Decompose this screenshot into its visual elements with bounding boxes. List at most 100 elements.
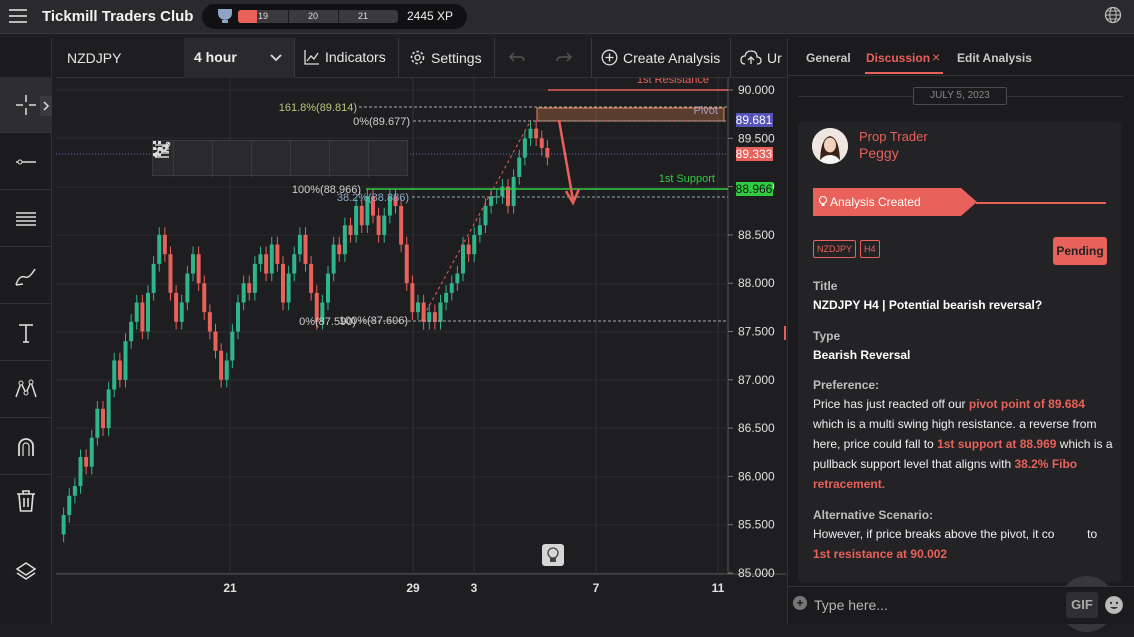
candle-body: [337, 244, 342, 255]
line-tool[interactable]: [0, 134, 52, 190]
top-bar: Tickmill Traders Club 19 20 21 2445 XP: [0, 0, 1134, 34]
type-value: Bearish Reversal: [813, 348, 911, 362]
candle-body: [202, 283, 207, 313]
drawing-toolbar: [0, 38, 52, 624]
candle-body: [129, 321, 134, 342]
tab-discussion[interactable]: Discussion: [866, 51, 930, 65]
author-name[interactable]: Peggy: [859, 145, 899, 161]
candle-body: [179, 302, 184, 322]
fib-ext-label: 161.8%(89.814): [279, 102, 357, 114]
candle-body: [489, 196, 494, 206]
candle-body: [483, 205, 488, 226]
upload-button[interactable]: Ur: [740, 49, 782, 66]
candle-body: [236, 302, 240, 332]
candle-body: [258, 254, 263, 264]
text-tool[interactable]: [0, 305, 52, 361]
candle-body: [185, 273, 190, 303]
crosshair-icon: [16, 94, 36, 115]
candle-body: [477, 225, 482, 235]
fib-382-label: 38.2%(88.886): [337, 192, 409, 204]
date-separator: JULY 5, 2023: [913, 87, 1007, 105]
fibonacci-tool[interactable]: [0, 191, 52, 247]
candle-body: [151, 263, 156, 293]
price-chart[interactable]: 1st Resistance Pivot 161.8%(89.814) 0%(8…: [56, 78, 786, 624]
menu-icon[interactable]: [9, 9, 27, 23]
fib-trendline: [420, 119, 532, 322]
curve-tool[interactable]: [154, 141, 329, 177]
preference-text: Price has just reacted off our pivot poi…: [813, 397, 1113, 491]
candle-body: [224, 360, 229, 380]
undo-icon[interactable]: [509, 51, 525, 65]
fib-100-bottom-label: 100%(87.606): [339, 315, 408, 327]
price-tick: 90.000: [738, 83, 775, 97]
price-tick: 88.000: [738, 276, 775, 290]
candle-body: [472, 234, 477, 255]
support-price-label: 88.966: [736, 182, 773, 196]
create-analysis-button[interactable]: Create Analysis: [601, 49, 720, 66]
candle-body: [539, 138, 544, 148]
gear-icon: [410, 50, 425, 65]
brush-tool[interactable]: [0, 248, 52, 304]
candle-body: [522, 138, 527, 158]
timeframe-select[interactable]: 4 hour: [184, 38, 294, 78]
magnet-icon: [18, 437, 34, 456]
date-axis: 21 29 3 7 11: [223, 581, 724, 595]
candle-body: [511, 176, 516, 206]
candle-body: [342, 225, 347, 255]
expand-tool-button[interactable]: [40, 96, 52, 116]
candle-body: [466, 244, 471, 255]
pattern-tool[interactable]: [0, 362, 52, 418]
delete-tool[interactable]: [0, 476, 52, 526]
settings-button[interactable]: Settings: [409, 49, 482, 66]
extended-line-icon: [154, 142, 170, 158]
candle-body: [252, 263, 257, 293]
layers-icon: [15, 562, 37, 580]
close-tab-icon[interactable]: ×: [932, 49, 940, 65]
candle-body: [78, 457, 83, 487]
status-badge: Pending: [1053, 237, 1107, 265]
price-tick: 87.000: [738, 373, 775, 387]
alternative-label: Alternative Scenario:: [813, 508, 934, 522]
symbol-label[interactable]: NZDJPY: [67, 50, 121, 66]
banner-label: Analysis Created: [830, 195, 921, 209]
layers-tool[interactable]: [0, 546, 52, 598]
idea-icon: [542, 544, 564, 566]
candle-body: [359, 205, 364, 226]
gif-button[interactable]: GIF: [1066, 592, 1098, 618]
candle-body: [157, 234, 162, 264]
candle-body: [376, 215, 381, 235]
bearish-arrow: [557, 119, 581, 206]
create-analysis-label: Create Analysis: [623, 49, 721, 66]
type-label: Type: [813, 329, 841, 343]
candle-body: [61, 515, 66, 535]
ray-tool[interactable]: [155, 141, 368, 177]
tab-edit-analysis[interactable]: Edit Analysis: [957, 51, 1032, 65]
candle-body: [455, 273, 460, 284]
fib-tool[interactable]: [155, 141, 251, 177]
magnet-tool[interactable]: [0, 419, 52, 475]
comment-composer: + GIF: [788, 586, 1134, 624]
candle-body: [399, 205, 404, 245]
price-tick: 88.500: [738, 228, 775, 242]
app-title: Tickmill Traders Club: [42, 8, 194, 25]
candle-body: [326, 273, 330, 303]
symbol-tag: NZDJPY: [813, 240, 857, 258]
candle-body: [534, 128, 539, 139]
tab-general[interactable]: General: [806, 51, 851, 65]
emoji-icon[interactable]: [1105, 596, 1123, 614]
cloud-upload-icon: [740, 50, 762, 65]
candle-body: [438, 302, 443, 322]
extended-line-tool[interactable]: [154, 141, 407, 177]
candle-body: [303, 234, 308, 264]
date-tick: 3: [471, 581, 478, 595]
candle-body: [174, 292, 179, 322]
author-role: Prop Trader: [859, 129, 928, 144]
fan-tool[interactable]: [154, 141, 290, 177]
redo-icon[interactable]: [556, 51, 572, 65]
globe-icon[interactable]: [1104, 6, 1122, 24]
comment-input[interactable]: [814, 594, 1054, 616]
trend-line-tool[interactable]: [155, 141, 212, 177]
add-attachment-icon[interactable]: +: [793, 596, 807, 610]
panel-resize-handle: [784, 326, 786, 340]
indicators-button[interactable]: Indicators: [304, 49, 386, 65]
